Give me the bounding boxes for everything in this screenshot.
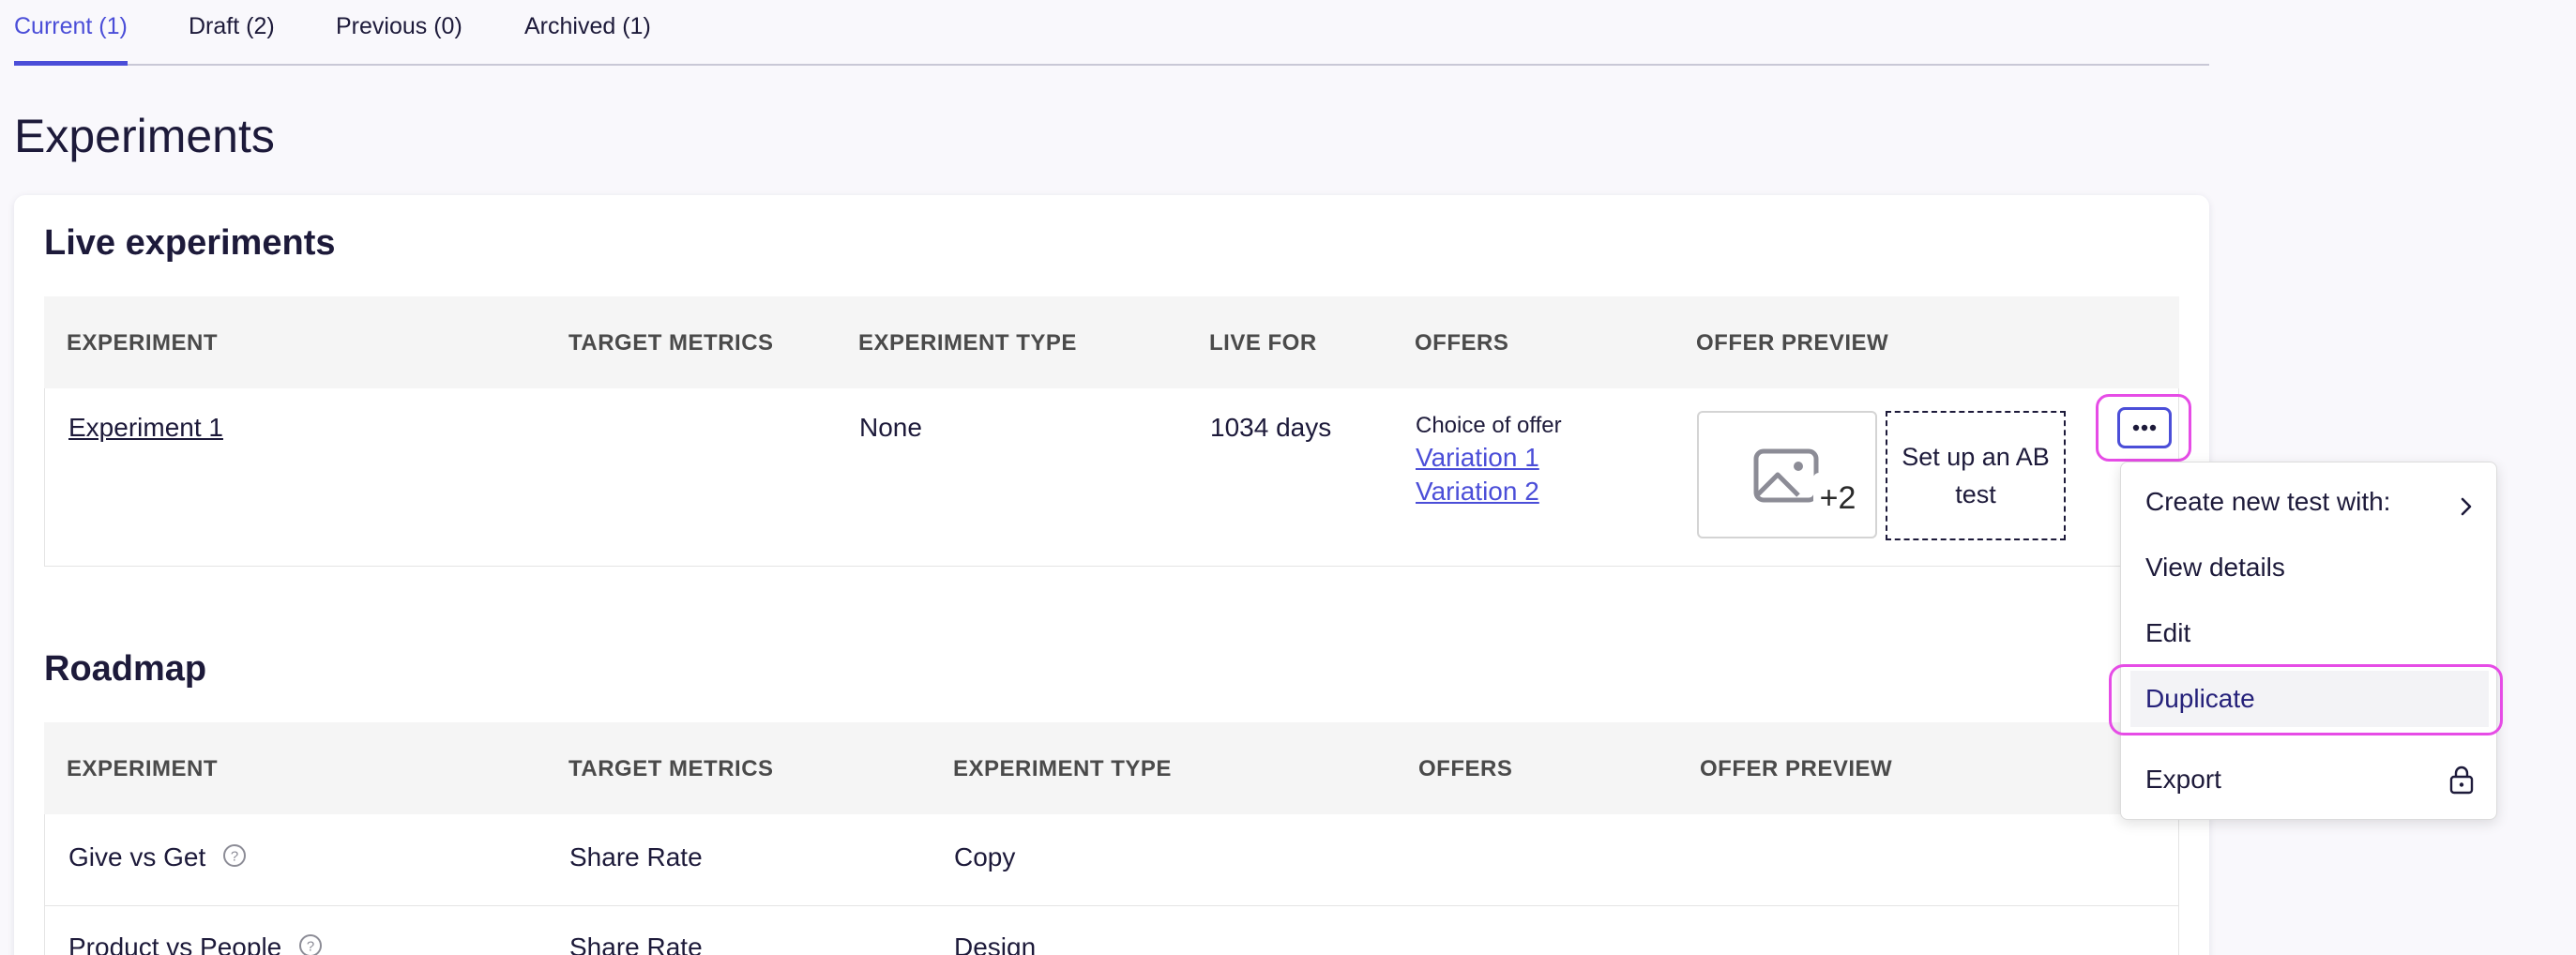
column-header-experiment: EXPERIMENT bbox=[67, 756, 219, 781]
menu-item-label: Export bbox=[2145, 765, 2221, 794]
menu-item-label: Create new test with: bbox=[2145, 487, 2391, 516]
offer-link-variation-1[interactable]: Variation 1 bbox=[1416, 443, 1562, 473]
more-actions-button[interactable] bbox=[2117, 407, 2172, 448]
column-header-offers: OFFERS bbox=[1418, 756, 1513, 781]
offer-type-label: Choice of offer bbox=[1416, 413, 1562, 438]
page-title: Experiments bbox=[14, 110, 275, 162]
live-experiments-table: EXPERIMENT TARGET METRICS EXPERIMENT TYP… bbox=[44, 296, 2191, 567]
svg-text:?: ? bbox=[231, 849, 238, 865]
tab-current[interactable]: Current (1) bbox=[14, 13, 128, 66]
column-header-offer-preview: OFFER PREVIEW bbox=[1700, 756, 1893, 781]
experiment-name-text: Product vs People bbox=[68, 932, 282, 955]
menu-item-view-details[interactable]: View details bbox=[2121, 539, 2496, 596]
column-header-experiment-type: EXPERIMENT TYPE bbox=[953, 756, 1172, 781]
preview-extra-count: +2 bbox=[1813, 473, 1862, 523]
table-header: EXPERIMENT TARGET METRICS EXPERIMENT TYP… bbox=[44, 722, 2179, 814]
duplicate-highlight bbox=[2109, 664, 2503, 735]
experiments-card: Live experiments EXPERIMENT TARGET METRI… bbox=[14, 195, 2209, 955]
experiment-name: Give vs Get ? bbox=[68, 842, 247, 874]
tab-bar: Current (1) Draft (2) Previous (0) Archi… bbox=[14, 0, 2209, 66]
live-for-value: 1034 days bbox=[1210, 413, 1332, 442]
table-header: EXPERIMENT TARGET METRICS EXPERIMENT TYP… bbox=[44, 296, 2179, 388]
live-experiments-title: Live experiments bbox=[44, 223, 336, 263]
lock-icon bbox=[2449, 765, 2474, 801]
menu-item-export[interactable]: Export bbox=[2121, 751, 2496, 808]
offer-link-variation-2[interactable]: Variation 2 bbox=[1416, 477, 1562, 507]
column-header-offer-preview: OFFER PREVIEW bbox=[1696, 330, 1889, 356]
experiment-name-text: Give vs Get bbox=[68, 842, 206, 872]
target-metrics-value: Share Rate bbox=[569, 932, 703, 955]
column-header-target-metrics: TARGET METRICS bbox=[568, 330, 774, 356]
offers-cell: Choice of offer Variation 1 Variation 2 bbox=[1416, 413, 1562, 507]
svg-text:?: ? bbox=[307, 939, 314, 955]
table-row: Experiment 1 None 1034 days Choice of of… bbox=[44, 388, 2191, 567]
column-header-experiment: EXPERIMENT bbox=[67, 330, 219, 356]
column-header-live-for: LIVE FOR bbox=[1209, 330, 1317, 356]
target-metrics-value: Share Rate bbox=[569, 842, 703, 872]
tab-draft[interactable]: Draft (2) bbox=[189, 13, 275, 64]
experiment-type-value: Copy bbox=[954, 842, 1016, 872]
table-row: Product vs People ? Share Rate Design bbox=[44, 906, 2179, 955]
ellipsis-icon bbox=[2132, 419, 2157, 436]
experiment-type-value: Design bbox=[954, 932, 1037, 955]
menu-item-create-new-test[interactable]: Create new test with: bbox=[2121, 474, 2496, 530]
actions-menu: Create new test with: View details Edit … bbox=[2120, 462, 2497, 820]
setup-ab-test-button[interactable]: Set up an AB test bbox=[1886, 411, 2066, 540]
column-header-offers: OFFERS bbox=[1415, 330, 1509, 356]
question-circle-icon[interactable]: ? bbox=[222, 843, 247, 874]
column-header-experiment-type: EXPERIMENT TYPE bbox=[858, 330, 1077, 356]
roadmap-title: Roadmap bbox=[44, 649, 207, 689]
experiment-name: Product vs People ? bbox=[68, 932, 323, 955]
menu-item-edit[interactable]: Edit bbox=[2121, 605, 2496, 661]
tab-previous[interactable]: Previous (0) bbox=[336, 13, 462, 64]
question-circle-icon[interactable]: ? bbox=[298, 933, 323, 955]
offer-preview-thumbnail[interactable]: +2 bbox=[1697, 411, 1877, 538]
tab-archived[interactable]: Archived (1) bbox=[524, 13, 651, 64]
table-row: Give vs Get ? Share Rate Copy bbox=[44, 814, 2179, 906]
roadmap-table: EXPERIMENT TARGET METRICS EXPERIMENT TYP… bbox=[44, 722, 2179, 955]
column-header-target-metrics: TARGET METRICS bbox=[568, 756, 774, 781]
experiment-type-value: None bbox=[859, 413, 922, 442]
chevron-right-icon bbox=[2461, 493, 2472, 523]
experiment-link[interactable]: Experiment 1 bbox=[68, 413, 223, 443]
